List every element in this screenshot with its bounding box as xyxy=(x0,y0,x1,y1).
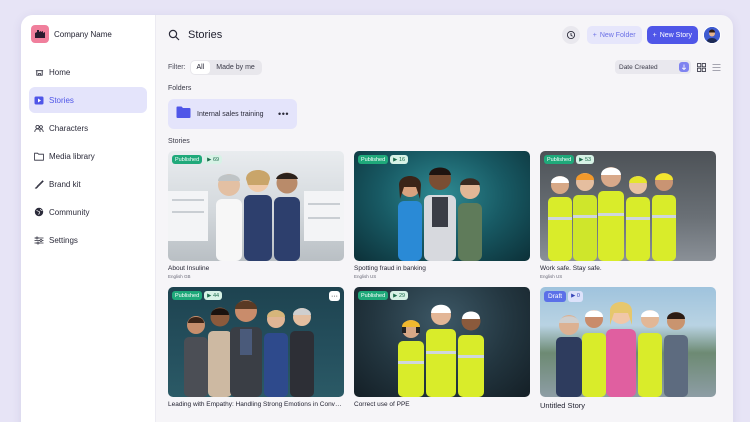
story-thumbnail[interactable]: Published ▶ 29 xyxy=(354,287,530,397)
top-bar: Stories + New Folder + New Story xyxy=(168,15,721,55)
status-badge: Published xyxy=(544,155,575,164)
sliders-icon xyxy=(34,235,44,245)
views-badge: ▶ 53 xyxy=(576,155,595,164)
search-icon[interactable] xyxy=(168,28,182,42)
views-badge: ▶ 0 xyxy=(568,291,583,302)
brand[interactable]: Company Name xyxy=(31,24,145,44)
story-card[interactable]: Published ▶ 16 Spotting fraud in banking… xyxy=(354,151,530,279)
folders-heading: Folders xyxy=(168,85,192,92)
story-language: English GB xyxy=(168,274,191,279)
story-card[interactable]: Published ▶ 69 About Insuline English GB xyxy=(168,151,344,279)
sidebar-item-media-library[interactable]: Media library xyxy=(29,143,147,169)
brush-icon xyxy=(34,179,44,189)
banking-scene-image xyxy=(398,167,482,261)
main-content: Stories + New Folder + New Story Filter:… xyxy=(156,15,733,422)
sidebar-item-settings[interactable]: Settings xyxy=(29,227,147,253)
sidebar-item-label: Stories xyxy=(49,95,74,105)
list-view-icon[interactable] xyxy=(711,62,721,72)
folder-card[interactable]: Internal sales training ••• xyxy=(168,99,297,129)
story-title: Untitled Story xyxy=(540,401,586,410)
story-card[interactable]: Published ▶ 44 ··· Leading with Empathy:… xyxy=(168,287,344,412)
views-badge: ▶ 69 xyxy=(204,155,223,164)
sidebar-item-label: Community xyxy=(49,207,90,217)
folder-icon xyxy=(34,151,44,161)
more-options-icon[interactable]: ••• xyxy=(278,109,289,119)
sidebar-item-label: Settings xyxy=(49,235,78,245)
grid-view-icon[interactable] xyxy=(696,62,706,72)
status-badge: Published xyxy=(358,291,389,300)
plus-icon: + xyxy=(592,31,597,39)
story-title: About Insuline xyxy=(168,265,210,272)
sort-direction-icon[interactable] xyxy=(679,62,689,72)
people-icon xyxy=(34,123,44,133)
filter-row: Filter: All Made by me Date Created xyxy=(168,59,721,75)
sidebar: Company Name Home Stories Characters Med… xyxy=(21,15,156,422)
new-folder-button[interactable]: + New Folder xyxy=(586,26,642,44)
story-thumbnail[interactable]: Draft ▶ 0 xyxy=(540,287,716,397)
history-button[interactable] xyxy=(561,26,580,44)
filter-made-by-me[interactable]: Made by me xyxy=(210,61,261,74)
user-avatar[interactable] xyxy=(703,26,721,44)
filter-label: Filter: xyxy=(168,63,186,71)
sidebar-item-brand-kit[interactable]: Brand kit xyxy=(29,171,147,197)
new-story-button[interactable]: + New Story xyxy=(646,26,698,44)
home-icon xyxy=(34,67,44,77)
sidebar-item-characters[interactable]: Characters xyxy=(29,115,147,141)
story-thumbnail[interactable]: Published ▶ 44 ··· xyxy=(168,287,344,397)
sidebar-item-community[interactable]: Community xyxy=(29,199,147,225)
status-badge: Published xyxy=(358,155,389,164)
sort-controls: Date Created xyxy=(615,60,721,74)
story-thumbnail[interactable]: Published ▶ 69 xyxy=(168,151,344,261)
story-thumbnail[interactable]: Published ▶ 16 xyxy=(354,151,530,261)
views-badge: ▶ 29 xyxy=(390,291,409,300)
new-folder-label: New Folder xyxy=(599,31,636,39)
filter-segment: All Made by me xyxy=(189,59,262,75)
stories-heading: Stories xyxy=(168,138,190,145)
filter-all[interactable]: All xyxy=(190,60,211,74)
plus-icon: + xyxy=(652,31,657,39)
folder-icon xyxy=(176,105,191,123)
globe-icon xyxy=(34,207,44,217)
mixed-team-scene-image xyxy=(556,302,688,397)
sidebar-item-stories[interactable]: Stories xyxy=(29,87,147,113)
sort-select[interactable]: Date Created xyxy=(615,60,691,74)
play-icon xyxy=(34,95,44,105)
app-window: Company Name Home Stories Characters Med… xyxy=(21,15,733,422)
sidebar-item-label: Home xyxy=(49,67,71,77)
story-title: Leading with Empathy: Handling Strong Em… xyxy=(168,401,344,408)
page-title: Stories xyxy=(188,29,223,41)
story-card[interactable]: Published ▶ 29 Correct use of PPE xyxy=(354,287,530,412)
stories-grid: Published ▶ 69 About Insuline English GB xyxy=(168,151,721,412)
company-name: Company Name xyxy=(54,29,112,39)
history-icon xyxy=(566,30,575,40)
story-title: Spotting fraud in banking xyxy=(354,265,426,272)
views-badge: ▶ 16 xyxy=(390,155,409,164)
story-thumbnail[interactable]: Published ▶ 53 xyxy=(540,151,716,261)
sidebar-item-label: Brand kit xyxy=(49,179,81,189)
story-title: Work safe. Stay safe. xyxy=(540,265,602,272)
card-menu-icon[interactable]: ··· xyxy=(329,291,340,301)
story-language: English US xyxy=(540,274,563,279)
top-actions: + New Folder + New Story xyxy=(561,26,721,44)
pharmacy-scene-image xyxy=(168,170,344,261)
sort-label: Date Created xyxy=(619,63,658,71)
sidebar-item-label: Characters xyxy=(49,123,89,133)
status-badge: Published xyxy=(172,155,203,164)
story-card[interactable]: Draft ▶ 0 Untitled Story xyxy=(540,287,716,412)
office-team-scene-image xyxy=(184,300,314,397)
new-story-label: New Story xyxy=(659,31,692,39)
status-badge: Draft xyxy=(544,291,567,302)
folder-name: Internal sales training xyxy=(197,110,264,118)
ppe-scene-image xyxy=(398,304,484,397)
story-title: Correct use of PPE xyxy=(354,401,410,408)
sidebar-item-label: Media library xyxy=(49,151,95,161)
status-badge: Published xyxy=(172,291,203,300)
story-language: English US xyxy=(354,274,377,279)
construction-scene-image xyxy=(548,167,676,261)
views-badge: ▶ 44 xyxy=(204,291,223,300)
story-card[interactable]: Published ▶ 53 Work safe. Stay safe. Eng… xyxy=(540,151,716,279)
company-logo-icon xyxy=(31,25,49,43)
sidebar-item-home[interactable]: Home xyxy=(29,59,147,85)
